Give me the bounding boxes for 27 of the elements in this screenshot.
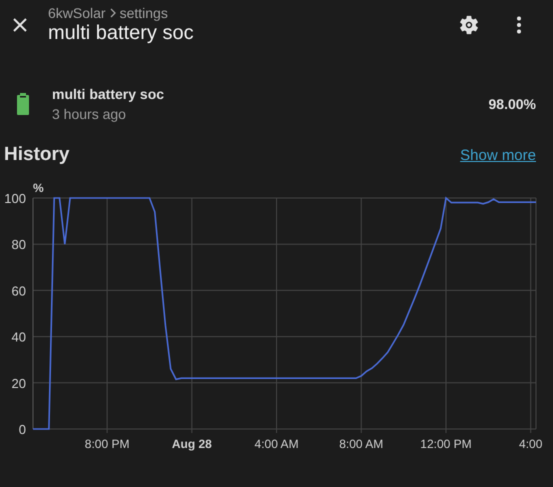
close-icon bbox=[12, 17, 28, 33]
battery-icon bbox=[16, 93, 30, 115]
page-title: multi battery soc bbox=[48, 22, 195, 45]
y-tick-label: 80 bbox=[12, 237, 26, 252]
x-tick-label: Aug 28 bbox=[172, 437, 212, 451]
y-tick-label: 60 bbox=[12, 283, 26, 298]
settings-button[interactable] bbox=[457, 13, 481, 37]
chevron-icon bbox=[108, 8, 118, 18]
more-icon bbox=[516, 16, 522, 34]
y-tick-label: 20 bbox=[12, 376, 26, 391]
x-tick-label: 12:00 PM bbox=[420, 437, 472, 451]
show-more-link[interactable]: Show more bbox=[460, 146, 536, 164]
last-changed-time: 3 hours ago bbox=[52, 106, 127, 122]
breadcrumb-item[interactable]: settings bbox=[120, 5, 168, 21]
y-tick-label: 40 bbox=[12, 330, 26, 345]
x-tick-label: 4:00 bbox=[519, 437, 542, 451]
section-title: History bbox=[4, 144, 70, 166]
y-axis-unit: % bbox=[33, 181, 44, 195]
x-tick-label: 8:00 PM bbox=[84, 437, 130, 451]
y-tick-label: 0 bbox=[18, 422, 26, 437]
settings-icon bbox=[458, 14, 480, 36]
x-tick-label: 4:00 AM bbox=[254, 437, 299, 451]
x-tick-label: 8:00 AM bbox=[339, 437, 384, 451]
y-tick-label: 100 bbox=[4, 191, 26, 206]
state-value: 98.00% bbox=[488, 96, 536, 112]
breadcrumb-item[interactable]: 6kwSolar bbox=[48, 5, 106, 21]
entity-name: multi battery soc bbox=[52, 86, 166, 102]
